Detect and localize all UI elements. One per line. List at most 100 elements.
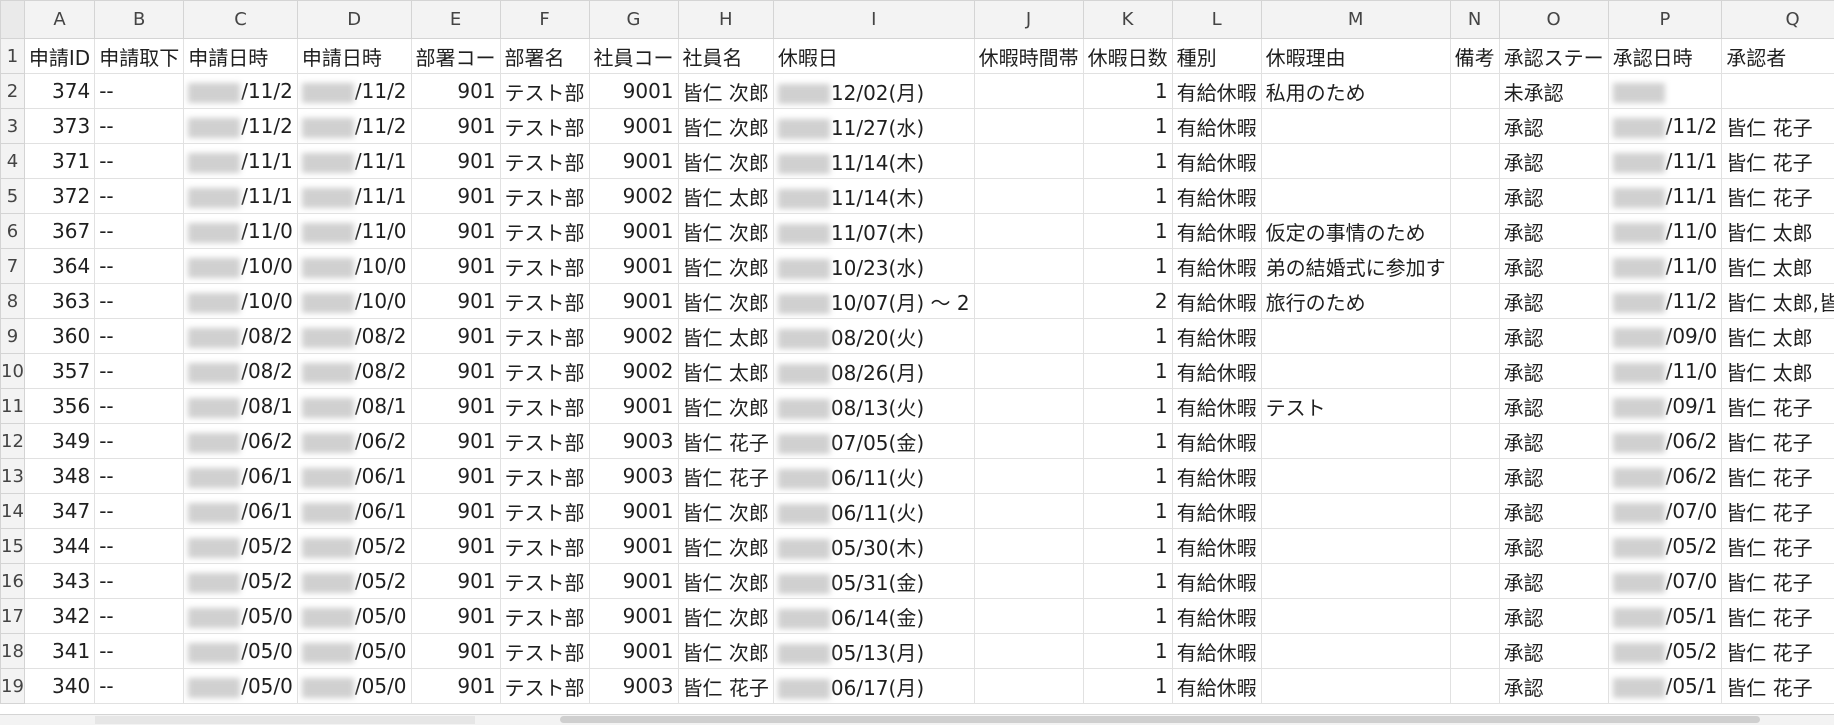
header-cell[interactable]: 申請日時 [297,39,411,74]
cell-dept-code[interactable]: 901 [411,144,500,179]
header-cell[interactable]: 承認ステー [1499,39,1608,74]
cell-status[interactable]: 承認 [1499,144,1608,179]
cell-note[interactable] [1450,249,1499,284]
cell-kind[interactable]: 有給休暇 [1172,424,1261,459]
column-header-n[interactable]: N [1450,1,1499,39]
cell-days[interactable]: 1 [1083,144,1172,179]
cell-dept-code[interactable]: 901 [411,599,500,634]
cell-approved[interactable]: /06/2 [1608,459,1722,494]
cell-note[interactable] [1450,214,1499,249]
cell-id[interactable]: 341 [24,634,94,669]
cell-dept-code[interactable]: 901 [411,179,500,214]
column-header-e[interactable]: E [411,1,500,39]
header-cell[interactable]: 社員コー [589,39,678,74]
cell-emp[interactable]: 皆仁 次郎 [678,389,773,424]
cell-dept[interactable]: テスト部 [500,249,589,284]
cell-kind[interactable]: 有給休暇 [1172,564,1261,599]
column-header-g[interactable]: G [589,1,678,39]
cell-status[interactable]: 承認 [1499,494,1608,529]
cell-kind[interactable]: 有給休暇 [1172,109,1261,144]
column-header-o[interactable]: O [1499,1,1608,39]
cell[interactable] [974,389,1083,424]
cell-leave-date[interactable]: 07/05(金) [773,424,974,459]
row-number[interactable]: 13 [1,459,25,494]
cell-reason[interactable]: 弟の結婚式に参加す [1261,249,1450,284]
cell-kind[interactable]: 有給休暇 [1172,459,1261,494]
cell-applied2[interactable]: /05/2 [297,529,411,564]
cell-dept-code[interactable]: 901 [411,564,500,599]
header-cell[interactable]: 休暇時間帯 [974,39,1083,74]
cell-applied[interactable]: /05/0 [184,599,298,634]
cell-dept-code[interactable]: 901 [411,459,500,494]
cell-status[interactable]: 承認 [1499,179,1608,214]
cell-leave-date[interactable]: 06/11(火) [773,494,974,529]
cell-approver[interactable]: 皆仁 太郎 [1722,319,1834,354]
cell-approver[interactable]: 皆仁 花子 [1722,144,1834,179]
cell-applied2[interactable]: /11/0 [297,214,411,249]
cell-approver[interactable]: 皆仁 花子 [1722,494,1834,529]
cell-approver[interactable]: 皆仁 花子 [1722,459,1834,494]
header-cell[interactable]: 部署コー [411,39,500,74]
cell-emp-code[interactable]: 9001 [589,214,678,249]
column-header-b[interactable]: B [95,1,184,39]
cell-emp[interactable]: 皆仁 次郎 [678,144,773,179]
cell-emp[interactable]: 皆仁 次郎 [678,529,773,564]
cell-id[interactable]: 340 [24,669,94,704]
cell-id[interactable]: 374 [24,74,94,109]
cell-dept-code[interactable]: 901 [411,529,500,564]
cell-kind[interactable]: 有給休暇 [1172,249,1261,284]
cell-approver[interactable]: 皆仁 花子 [1722,564,1834,599]
cell-emp[interactable]: 皆仁 次郎 [678,284,773,319]
row-number[interactable]: 11 [1,389,25,424]
cell-leave-date[interactable]: 05/30(木) [773,529,974,564]
cell-dept[interactable]: テスト部 [500,179,589,214]
cell-note[interactable] [1450,389,1499,424]
cell-applied[interactable]: /11/2 [184,109,298,144]
cell-emp[interactable]: 皆仁 花子 [678,459,773,494]
cell-withdraw[interactable]: -- [95,74,184,109]
cell-dept[interactable]: テスト部 [500,459,589,494]
cell-emp[interactable]: 皆仁 次郎 [678,109,773,144]
row-number[interactable]: 14 [1,494,25,529]
cell[interactable] [974,459,1083,494]
cell-applied2[interactable]: /11/2 [297,74,411,109]
cell-status[interactable]: 承認 [1499,564,1608,599]
cell-id[interactable]: 343 [24,564,94,599]
cell-applied[interactable]: /06/2 [184,424,298,459]
cell-emp[interactable]: 皆仁 太郎 [678,319,773,354]
cell-leave-date[interactable]: 08/13(火) [773,389,974,424]
cell[interactable] [974,564,1083,599]
cell-kind[interactable]: 有給休暇 [1172,214,1261,249]
cell-applied2[interactable]: /11/1 [297,179,411,214]
cell-emp-code[interactable]: 9003 [589,669,678,704]
cell-days[interactable]: 1 [1083,179,1172,214]
cell-approved[interactable]: /05/1 [1608,669,1722,704]
cell-note[interactable] [1450,354,1499,389]
row-number[interactable]: 7 [1,249,25,284]
cell-reason[interactable] [1261,109,1450,144]
cell-reason[interactable]: テスト [1261,389,1450,424]
column-header-c[interactable]: C [184,1,298,39]
cell-note[interactable] [1450,424,1499,459]
cell-id[interactable]: 372 [24,179,94,214]
cell-withdraw[interactable]: -- [95,634,184,669]
cell-note[interactable] [1450,459,1499,494]
cell-approver[interactable]: 皆仁 花子 [1722,179,1834,214]
cell[interactable] [974,144,1083,179]
cell-note[interactable] [1450,634,1499,669]
cell-applied2[interactable]: /06/2 [297,424,411,459]
cell-approved[interactable]: /05/1 [1608,599,1722,634]
cell-kind[interactable]: 有給休暇 [1172,669,1261,704]
cell-status[interactable]: 承認 [1499,109,1608,144]
cell-applied[interactable]: /10/0 [184,249,298,284]
cell-withdraw[interactable]: -- [95,599,184,634]
cell-approver[interactable]: 皆仁 花子 [1722,669,1834,704]
cell-dept-code[interactable]: 901 [411,669,500,704]
cell[interactable] [974,354,1083,389]
cell-emp[interactable]: 皆仁 次郎 [678,214,773,249]
cell-leave-date[interactable]: 08/20(火) [773,319,974,354]
cell-note[interactable] [1450,319,1499,354]
cell-kind[interactable]: 有給休暇 [1172,494,1261,529]
cell-approver[interactable]: 皆仁 花子 [1722,109,1834,144]
column-header-j[interactable]: J [974,1,1083,39]
